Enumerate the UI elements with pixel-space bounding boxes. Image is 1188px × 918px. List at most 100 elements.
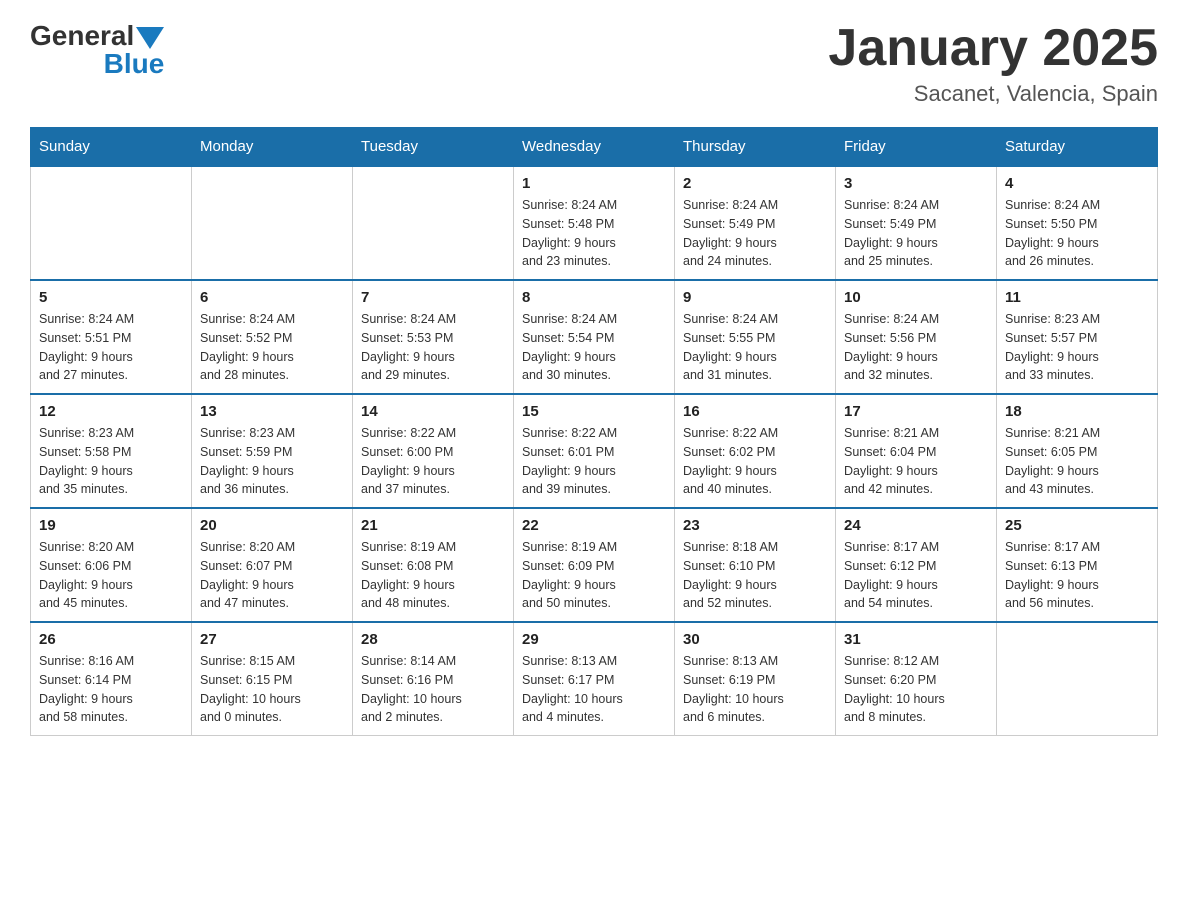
calendar-body: 1 Sunrise: 8:24 AMSunset: 5:48 PMDaylight… — [31, 166, 1158, 736]
calendar-cell — [192, 166, 353, 280]
calendar-cell: 6 Sunrise: 8:24 AMSunset: 5:52 PMDaylight… — [192, 280, 353, 394]
header-monday: Monday — [192, 128, 353, 167]
day-info: Sunrise: 8:13 AMSunset: 6:17 PMDaylight:… — [522, 652, 666, 727]
day-number: 21 — [361, 517, 505, 534]
day-info: Sunrise: 8:14 AMSunset: 6:16 PMDaylight:… — [361, 652, 505, 727]
day-info: Sunrise: 8:24 AMSunset: 5:49 PMDaylight:… — [683, 196, 827, 271]
calendar-cell: 21 Sunrise: 8:19 AMSunset: 6:08 PMDayligh… — [353, 508, 514, 622]
header-thursday: Thursday — [675, 128, 836, 167]
day-info: Sunrise: 8:19 AMSunset: 6:09 PMDaylight:… — [522, 538, 666, 613]
day-number: 31 — [844, 631, 988, 648]
day-number: 1 — [522, 175, 666, 192]
day-number: 8 — [522, 289, 666, 306]
day-info: Sunrise: 8:22 AMSunset: 6:01 PMDaylight:… — [522, 424, 666, 499]
day-info: Sunrise: 8:24 AMSunset: 5:50 PMDaylight:… — [1005, 196, 1149, 271]
calendar-cell: 13Sunrise: 8:23 AMSunset: 5:59 PMDayligh… — [192, 394, 353, 508]
calendar-cell: 8 Sunrise: 8:24 AMSunset: 5:54 PMDaylight… — [514, 280, 675, 394]
calendar-cell: 22 Sunrise: 8:19 AMSunset: 6:09 PMDayligh… — [514, 508, 675, 622]
day-info: Sunrise: 8:24 AMSunset: 5:49 PMDaylight:… — [844, 196, 988, 271]
day-number: 10 — [844, 289, 988, 306]
calendar-cell: 7 Sunrise: 8:24 AMSunset: 5:53 PMDaylight… — [353, 280, 514, 394]
week-row-1: 1 Sunrise: 8:24 AMSunset: 5:48 PMDaylight… — [31, 166, 1158, 280]
day-info: Sunrise: 8:24 AMSunset: 5:48 PMDaylight:… — [522, 196, 666, 271]
calendar-cell: 5 Sunrise: 8:24 AMSunset: 5:51 PMDaylight… — [31, 280, 192, 394]
day-info: Sunrise: 8:24 AMSunset: 5:51 PMDaylight:… — [39, 310, 183, 385]
calendar-cell: 4 Sunrise: 8:24 AMSunset: 5:50 PMDaylight… — [997, 166, 1158, 280]
day-info: Sunrise: 8:12 AMSunset: 6:20 PMDaylight:… — [844, 652, 988, 727]
day-info: Sunrise: 8:24 AMSunset: 5:56 PMDaylight:… — [844, 310, 988, 385]
calendar-cell: 17 Sunrise: 8:21 AMSunset: 6:04 PMDayligh… — [836, 394, 997, 508]
calendar-cell: 11 Sunrise: 8:23 AMSunset: 5:57 PMDayligh… — [997, 280, 1158, 394]
header-sunday: Sunday — [31, 128, 192, 167]
day-number: 24 — [844, 517, 988, 534]
header-saturday: Saturday — [997, 128, 1158, 167]
title-section: January 2025 Sacanet, Valencia, Spain — [828, 20, 1158, 107]
day-number: 6 — [200, 289, 344, 306]
day-number: 11 — [1005, 289, 1149, 306]
logo-blue-text: Blue — [104, 48, 165, 80]
calendar-cell — [31, 166, 192, 280]
week-row-3: 12 Sunrise: 8:23 AMSunset: 5:58 PMDayligh… — [31, 394, 1158, 508]
calendar-cell: 12 Sunrise: 8:23 AMSunset: 5:58 PMDayligh… — [31, 394, 192, 508]
calendar-cell: 18Sunrise: 8:21 AMSunset: 6:05 PMDayligh… — [997, 394, 1158, 508]
logo-triangle-icon — [136, 27, 164, 49]
logo: General Blue — [30, 20, 164, 80]
calendar-cell: 10 Sunrise: 8:24 AMSunset: 5:56 PMDayligh… — [836, 280, 997, 394]
day-number: 28 — [361, 631, 505, 648]
day-number: 16 — [683, 403, 827, 420]
day-number: 20 — [200, 517, 344, 534]
day-info: Sunrise: 8:24 AMSunset: 5:55 PMDaylight:… — [683, 310, 827, 385]
day-number: 15 — [522, 403, 666, 420]
day-info: Sunrise: 8:21 AMSunset: 6:05 PMDaylight:… — [1005, 424, 1149, 499]
day-info: Sunrise: 8:23 AMSunset: 5:58 PMDaylight:… — [39, 424, 183, 499]
calendar-cell: 15 Sunrise: 8:22 AMSunset: 6:01 PMDayligh… — [514, 394, 675, 508]
calendar-header: SundayMondayTuesdayWednesdayThursdayFrid… — [31, 128, 1158, 167]
calendar-cell: 23 Sunrise: 8:18 AMSunset: 6:10 PMDayligh… — [675, 508, 836, 622]
day-info: Sunrise: 8:18 AMSunset: 6:10 PMDaylight:… — [683, 538, 827, 613]
day-number: 2 — [683, 175, 827, 192]
day-number: 3 — [844, 175, 988, 192]
calendar-cell: 28 Sunrise: 8:14 AMSunset: 6:16 PMDayligh… — [353, 622, 514, 736]
week-row-5: 26Sunrise: 8:16 AMSunset: 6:14 PMDayligh… — [31, 622, 1158, 736]
day-number: 13 — [200, 403, 344, 420]
calendar-cell: 14Sunrise: 8:22 AMSunset: 6:00 PMDayligh… — [353, 394, 514, 508]
header-wednesday: Wednesday — [514, 128, 675, 167]
header-row: SundayMondayTuesdayWednesdayThursdayFrid… — [31, 128, 1158, 167]
calendar-subtitle: Sacanet, Valencia, Spain — [828, 81, 1158, 107]
day-number: 25 — [1005, 517, 1149, 534]
day-info: Sunrise: 8:22 AMSunset: 6:02 PMDaylight:… — [683, 424, 827, 499]
calendar-cell: 24 Sunrise: 8:17 AMSunset: 6:12 PMDayligh… — [836, 508, 997, 622]
day-number: 7 — [361, 289, 505, 306]
day-info: Sunrise: 8:19 AMSunset: 6:08 PMDaylight:… — [361, 538, 505, 613]
day-info: Sunrise: 8:23 AMSunset: 5:57 PMDaylight:… — [1005, 310, 1149, 385]
day-number: 29 — [522, 631, 666, 648]
day-info: Sunrise: 8:15 AMSunset: 6:15 PMDaylight:… — [200, 652, 344, 727]
day-info: Sunrise: 8:17 AMSunset: 6:12 PMDaylight:… — [844, 538, 988, 613]
day-number: 27 — [200, 631, 344, 648]
day-number: 22 — [522, 517, 666, 534]
day-info: Sunrise: 8:21 AMSunset: 6:04 PMDaylight:… — [844, 424, 988, 499]
calendar-cell: 20Sunrise: 8:20 AMSunset: 6:07 PMDayligh… — [192, 508, 353, 622]
calendar-cell: 31 Sunrise: 8:12 AMSunset: 6:20 PMDayligh… — [836, 622, 997, 736]
day-number: 30 — [683, 631, 827, 648]
header: General Blue January 2025 Sacanet, Valen… — [30, 20, 1158, 107]
calendar-cell: 16 Sunrise: 8:22 AMSunset: 6:02 PMDayligh… — [675, 394, 836, 508]
calendar-cell: 30Sunrise: 8:13 AMSunset: 6:19 PMDayligh… — [675, 622, 836, 736]
day-number: 5 — [39, 289, 183, 306]
day-number: 4 — [1005, 175, 1149, 192]
day-number: 12 — [39, 403, 183, 420]
day-number: 17 — [844, 403, 988, 420]
calendar-cell: 9 Sunrise: 8:24 AMSunset: 5:55 PMDaylight… — [675, 280, 836, 394]
day-info: Sunrise: 8:16 AMSunset: 6:14 PMDaylight:… — [39, 652, 183, 727]
day-info: Sunrise: 8:24 AMSunset: 5:54 PMDaylight:… — [522, 310, 666, 385]
day-info: Sunrise: 8:24 AMSunset: 5:53 PMDaylight:… — [361, 310, 505, 385]
header-friday: Friday — [836, 128, 997, 167]
day-info: Sunrise: 8:24 AMSunset: 5:52 PMDaylight:… — [200, 310, 344, 385]
day-number: 23 — [683, 517, 827, 534]
day-info: Sunrise: 8:17 AMSunset: 6:13 PMDaylight:… — [1005, 538, 1149, 613]
day-number: 9 — [683, 289, 827, 306]
day-number: 14 — [361, 403, 505, 420]
calendar-cell — [353, 166, 514, 280]
day-number: 19 — [39, 517, 183, 534]
calendar-cell: 29 Sunrise: 8:13 AMSunset: 6:17 PMDayligh… — [514, 622, 675, 736]
